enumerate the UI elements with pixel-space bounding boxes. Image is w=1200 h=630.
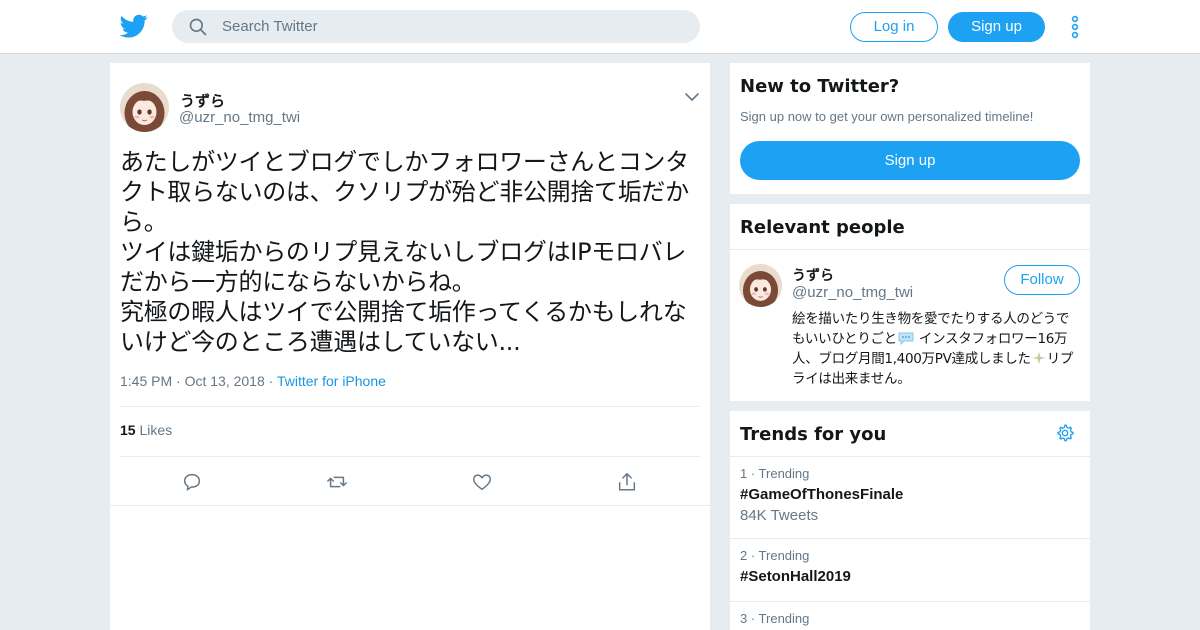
tweet-text: あたしがツイとブログでしかフォロワーさんとコンタクト取らないのは、クソリプが殆ど… <box>120 148 689 356</box>
new-to-twitter-card: New to Twitter? Sign up now to get your … <box>730 63 1090 194</box>
speech-bubble-emoji <box>898 332 914 346</box>
search-box[interactable] <box>172 10 700 43</box>
divider <box>110 505 710 506</box>
divider <box>120 456 700 457</box>
card-subtitle: Sign up now to get your own personalized… <box>740 109 1034 124</box>
signup-button[interactable]: Sign up <box>948 12 1045 42</box>
trends-card: Trends for you 1 · Trending #GameOfThone… <box>730 411 1090 630</box>
meta-separator: · <box>268 373 277 389</box>
trend-hashtag[interactable]: #SetonHall2019 <box>740 568 851 585</box>
tweet-actions <box>120 471 700 495</box>
top-navigation-bar: Log in Sign up <box>0 0 1200 54</box>
sparkle-emoji <box>1031 352 1046 364</box>
card-title: Relevant people <box>740 217 905 238</box>
tweet-metadata: 1:45 PM · Oct 13, 2018 · Twitter for iPh… <box>120 373 386 389</box>
trend-item[interactable]: 2 · Trending #SetonHall2019 <box>730 538 1090 601</box>
heart-icon[interactable] <box>471 471 493 493</box>
tweet-date[interactable]: Oct 13, 2018 <box>185 373 265 389</box>
tweet-card: うずら @uzr_no_tmg_twi あたしがツイとブログでしかフォロワーさん… <box>110 63 710 630</box>
avatar[interactable] <box>120 83 169 132</box>
search-input[interactable] <box>222 10 682 43</box>
card-title: Trends for you <box>740 424 887 445</box>
card-title: New to Twitter? <box>740 76 900 97</box>
trend-hashtag[interactable]: #GameOfThonesFinale <box>740 486 903 503</box>
trend-tweet-count: 84K Tweets <box>740 507 819 524</box>
trend-rank: 1 · Trending <box>740 466 810 481</box>
more-vertical-icon[interactable] <box>1066 15 1084 39</box>
chevron-down-icon[interactable] <box>684 91 700 103</box>
avatar-illustration <box>120 83 169 132</box>
likes-count: 15 <box>120 422 136 438</box>
login-button[interactable]: Log in <box>850 12 938 42</box>
trend-item[interactable]: 3 · Trending <box>730 601 1090 630</box>
trend-rank: 3 · Trending <box>740 611 810 626</box>
likes-label: Likes <box>139 422 173 438</box>
meta-separator: · <box>176 373 185 389</box>
person-bio: 絵を描いたり生き物を愛でたりする人のどうでもいいひとりごと インスタフォロワー1… <box>792 309 1082 389</box>
trend-item[interactable]: 1 · Trending #GameOfThonesFinale 84K Twe… <box>730 456 1090 538</box>
tweet-time[interactable]: 1:45 PM <box>120 373 172 389</box>
likes-stat[interactable]: 15 Likes <box>120 422 172 438</box>
tweet-source-link[interactable]: Twitter for iPhone <box>277 373 386 389</box>
relevant-people-card: Relevant people うずら @uzr_no_tmg_twi Foll… <box>730 204 1090 401</box>
follow-button[interactable]: Follow <box>1004 265 1080 295</box>
avatar[interactable] <box>739 264 782 307</box>
avatar-illustration <box>739 264 782 307</box>
retweet-icon[interactable] <box>326 471 348 493</box>
reply-icon[interactable] <box>181 471 203 493</box>
signup-button[interactable]: Sign up <box>740 141 1080 180</box>
share-icon[interactable] <box>616 471 638 493</box>
trend-rank: 2 · Trending <box>740 548 810 563</box>
person-name[interactable]: うずら <box>792 265 834 285</box>
gear-icon[interactable] <box>1055 423 1075 443</box>
divider <box>120 406 700 407</box>
author-name[interactable]: うずら <box>180 90 225 111</box>
person-handle[interactable]: @uzr_no_tmg_twi <box>792 284 913 301</box>
search-icon <box>189 18 207 36</box>
divider <box>730 249 1090 250</box>
twitter-bird-icon[interactable] <box>120 12 148 40</box>
author-handle[interactable]: @uzr_no_tmg_twi <box>179 109 300 126</box>
